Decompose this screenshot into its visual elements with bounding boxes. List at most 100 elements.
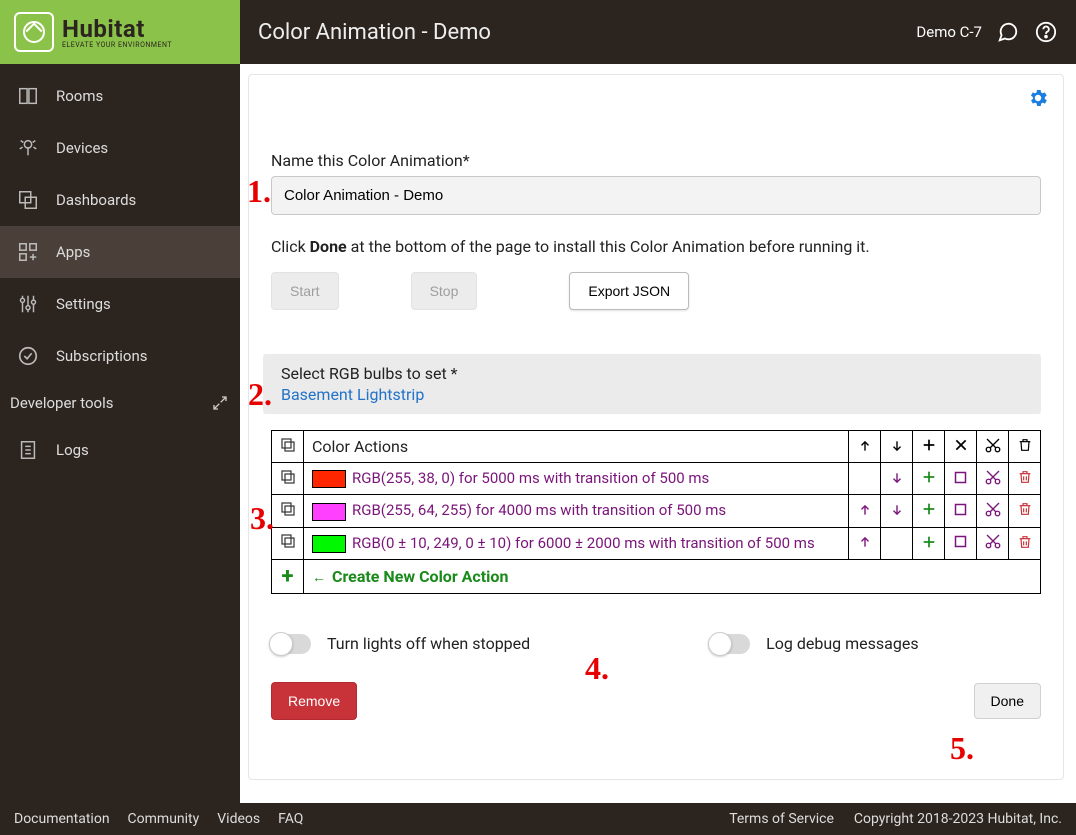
trash-icon[interactable] (1016, 500, 1034, 518)
gear-icon[interactable] (1027, 87, 1049, 109)
instruction-text: Click Done at the bottom of the page to … (271, 237, 1041, 256)
footer-copyright: Copyright 2018-2023 Hubitat, Inc. (854, 811, 1062, 827)
trash-icon[interactable] (1016, 468, 1034, 486)
footer-link[interactable]: Community (128, 811, 200, 827)
toggle-debug-label: Log debug messages (766, 634, 918, 653)
done-button[interactable]: Done (974, 683, 1041, 719)
sidebar-item-label: Devices (56, 139, 108, 157)
developer-tools-toggle[interactable]: Developer tools (0, 382, 240, 424)
sidebar-item-logs[interactable]: Logs (0, 424, 240, 476)
action-cell[interactable]: RGB(0 ± 10, 249, 0 ± 10) for 6000 ± 2000… (304, 527, 849, 559)
devices-icon (16, 136, 40, 160)
brand-tagline: ELEVATE YOUR ENVIRONMENT (62, 41, 172, 49)
arrow-left-icon: ← (312, 570, 326, 586)
footer: Documentation Community Videos FAQ Terms… (0, 803, 1076, 835)
logs-icon (16, 438, 40, 462)
move-down-all-icon[interactable] (888, 437, 906, 455)
box-icon[interactable] (952, 501, 970, 519)
sidebar-item-rooms[interactable]: Rooms (0, 70, 240, 122)
copy-icon[interactable] (279, 468, 297, 486)
copy-all-icon[interactable] (279, 436, 297, 454)
export-json-button[interactable]: Export JSON (569, 272, 689, 310)
sidebar-item-settings[interactable]: Settings (0, 278, 240, 330)
footer-link[interactable]: Documentation (14, 811, 110, 827)
cut-icon[interactable] (984, 500, 1002, 518)
arrow-down-icon[interactable] (888, 469, 906, 487)
close-all-icon[interactable] (952, 436, 970, 454)
stop-button: Stop (411, 272, 478, 310)
select-bulbs-box[interactable]: Select RGB bulbs to set * Basement Light… (263, 354, 1041, 414)
copy-icon[interactable] (279, 532, 297, 550)
dashboards-icon (16, 188, 40, 212)
sidebar-item-label: Dashboards (56, 191, 136, 209)
move-up-all-icon[interactable] (856, 437, 874, 455)
color-swatch (312, 535, 346, 553)
rooms-icon (16, 84, 40, 108)
sidebar-item-label: Subscriptions (56, 347, 147, 365)
page-title: Color Animation - Demo (240, 20, 491, 45)
name-label: Name this Color Animation* (271, 151, 1041, 170)
expand-icon (212, 395, 228, 411)
color-actions-table: Color Actions RGB(255, 38, 0) for 5000 m… (271, 430, 1041, 594)
sidebar-item-devices[interactable]: Devices (0, 122, 240, 174)
main-area: Name this Color Animation* Click Done at… (240, 64, 1076, 803)
select-bulbs-value[interactable]: Basement Lightstrip (281, 385, 1027, 404)
sidebar: Rooms Devices Dashboards Apps Settings S… (0, 64, 240, 803)
arrow-down-icon[interactable] (888, 501, 906, 519)
developer-tools-label: Developer tools (10, 394, 113, 412)
create-action-label: Create New Color Action (332, 567, 508, 586)
arrow-up-icon[interactable] (856, 533, 874, 551)
copy-icon[interactable] (279, 500, 297, 518)
plus-icon: + (282, 564, 294, 589)
action-cell[interactable]: RGB(255, 64, 255) for 4000 ms with trans… (304, 495, 849, 527)
sidebar-item-label: Rooms (56, 87, 103, 105)
select-bulbs-label: Select RGB bulbs to set * (281, 364, 1027, 383)
sidebar-item-label: Logs (56, 441, 89, 459)
app-card: Name this Color Animation* Click Done at… (248, 74, 1064, 780)
create-action-row[interactable]: + ← Create New Color Action (272, 559, 1041, 593)
action-text: RGB(255, 64, 255) for 4000 ms with trans… (352, 501, 726, 519)
add-all-icon[interactable] (920, 436, 938, 454)
arrow-up-icon[interactable] (856, 501, 874, 519)
footer-tos[interactable]: Terms of Service (729, 811, 834, 827)
action-text: RGB(255, 38, 0) for 5000 ms with transit… (352, 469, 709, 487)
plus-icon[interactable] (920, 533, 938, 551)
sidebar-item-label: Apps (56, 243, 90, 261)
toggle-off-when-stopped[interactable] (271, 634, 311, 654)
plus-icon[interactable] (920, 500, 938, 518)
action-text: RGB(0 ± 10, 249, 0 ± 10) for 6000 ± 2000… (352, 534, 815, 552)
logo-badge (14, 12, 54, 52)
color-swatch (312, 503, 346, 521)
trash-icon[interactable] (1016, 533, 1034, 551)
box-icon[interactable] (952, 533, 970, 551)
apps-icon (16, 240, 40, 264)
table-row: RGB(255, 64, 255) for 4000 ms with trans… (272, 495, 1041, 527)
sidebar-item-dashboards[interactable]: Dashboards (0, 174, 240, 226)
remove-button[interactable]: Remove (271, 682, 357, 720)
help-icon[interactable] (1034, 20, 1058, 44)
settings-icon (16, 292, 40, 316)
toggle-off-when-stopped-label: Turn lights off when stopped (327, 634, 530, 653)
box-icon[interactable] (952, 468, 970, 486)
footer-link[interactable]: Videos (217, 811, 260, 827)
table-header-label: Color Actions (304, 431, 849, 463)
action-cell[interactable]: RGB(255, 38, 0) for 5000 ms with transit… (304, 463, 849, 495)
table-row: RGB(0 ± 10, 249, 0 ± 10) for 6000 ± 2000… (272, 527, 1041, 559)
sidebar-item-subscriptions[interactable]: Subscriptions (0, 330, 240, 382)
chat-icon[interactable] (996, 20, 1020, 44)
cut-icon[interactable] (984, 532, 1002, 550)
topbar: Hubitat ELEVATE YOUR ENVIRONMENT Color A… (0, 0, 1076, 64)
sidebar-item-label: Settings (56, 295, 111, 313)
sidebar-item-apps[interactable]: Apps (0, 226, 240, 278)
cut-icon[interactable] (984, 468, 1002, 486)
logo[interactable]: Hubitat ELEVATE YOUR ENVIRONMENT (0, 0, 240, 64)
delete-all-icon[interactable] (1016, 436, 1034, 454)
plus-icon[interactable] (920, 468, 938, 486)
footer-link[interactable]: FAQ (278, 811, 303, 827)
hub-name: Demo C-7 (916, 23, 982, 41)
brand-name: Hubitat (62, 15, 172, 43)
subscriptions-icon (16, 344, 40, 368)
name-input[interactable] (271, 176, 1041, 215)
toggle-debug[interactable] (710, 634, 750, 654)
cut-all-icon[interactable] (984, 436, 1002, 454)
